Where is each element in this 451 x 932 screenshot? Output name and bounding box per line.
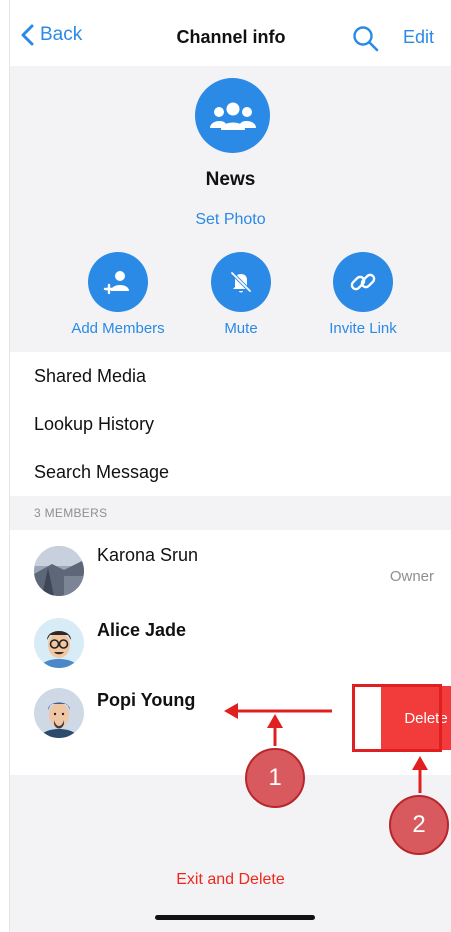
annotation-arrows (224, 703, 428, 793)
step-1-badge: 1 (245, 748, 305, 808)
step-2-badge: 2 (389, 795, 449, 855)
